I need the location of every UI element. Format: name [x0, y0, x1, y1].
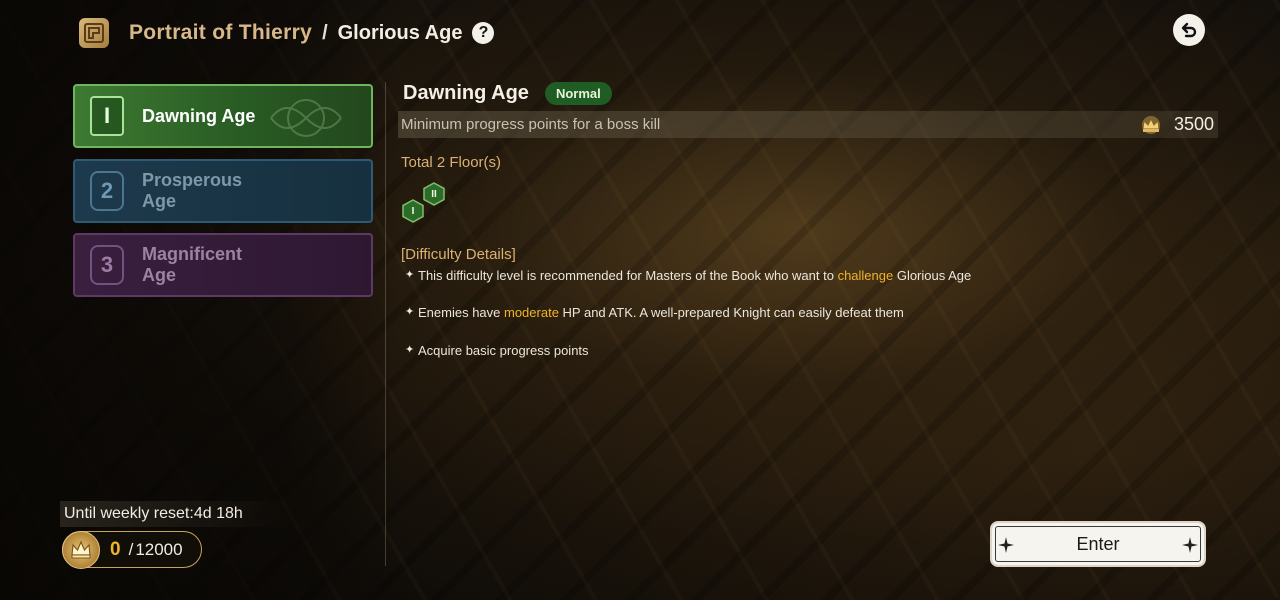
ornament-icon [270, 99, 342, 137]
floor-2-label: II [431, 188, 437, 200]
tier-number-badge: 2 [90, 171, 124, 211]
min-progress-value: 3500 [1138, 114, 1214, 136]
tier-label: Dawning Age [142, 105, 256, 126]
crown-coin-icon [62, 530, 100, 569]
points-current: 0 [110, 538, 121, 560]
enter-button[interactable]: Enter [990, 521, 1206, 567]
points-separator: / [128, 539, 134, 559]
breadcrumb-subtitle: Glorious Age [337, 21, 463, 44]
crown-icon [1141, 115, 1160, 134]
help-icon[interactable]: ? [472, 22, 495, 44]
detail-line-2: ✦ Enemies have moderate HP and ATK. A we… [405, 305, 904, 320]
detail-line-1: ✦ This difficulty level is recommended f… [405, 268, 972, 283]
back-button[interactable] [1173, 14, 1205, 46]
tier-label: Magnificent Age [142, 244, 243, 285]
breadcrumb-title: Portrait of Thierry [129, 21, 313, 44]
header: Portrait of Thierry / Glorious Age ? [79, 16, 495, 50]
tier-magnificent-age[interactable]: 3 Magnificent Age [73, 233, 373, 297]
difficulty-title: Dawning Age [403, 81, 529, 104]
sparkle-icon [998, 537, 1014, 553]
panel-divider [385, 82, 386, 566]
progress-points-counter: 0 / 12000 [62, 530, 202, 569]
sparkle-bullet-icon: ✦ [405, 306, 415, 318]
min-progress-label: Minimum progress points for a boss kill [401, 116, 661, 133]
back-arrow-icon [1181, 22, 1197, 38]
tier-label: Prosperous Age [142, 170, 243, 211]
sparkle-bullet-icon: ✦ [405, 269, 415, 281]
floor-2-icon[interactable]: II [422, 182, 446, 206]
tier-prosperous-age[interactable]: 2 Prosperous Age [73, 159, 373, 223]
tier-dawning-age[interactable]: I Dawning Age [73, 84, 373, 148]
tier-number-badge: 3 [90, 245, 124, 285]
sparkle-icon [1182, 537, 1198, 553]
portrait-logo-icon [79, 18, 109, 48]
min-progress-number: 3500 [1173, 114, 1214, 134]
min-progress-row: Minimum progress points for a boss kill … [398, 111, 1218, 138]
floors-label: Total 2 Floor(s) [401, 154, 502, 171]
points-max: 12000 [135, 539, 183, 559]
breadcrumb-separator: / [322, 21, 328, 44]
weekly-reset-timer: Until weekly reset:4d 18h [60, 501, 290, 527]
difficulty-badge: Normal [544, 81, 612, 105]
difficulty-details-title: [Difficulty Details] [401, 246, 516, 263]
tier-number-badge: I [90, 96, 124, 136]
sparkle-bullet-icon: ✦ [405, 344, 415, 356]
detail-title-row: Dawning Age Normal [403, 78, 612, 108]
detail-line-3: ✦ Acquire basic progress points [405, 343, 589, 358]
enter-label: Enter [1076, 533, 1120, 554]
